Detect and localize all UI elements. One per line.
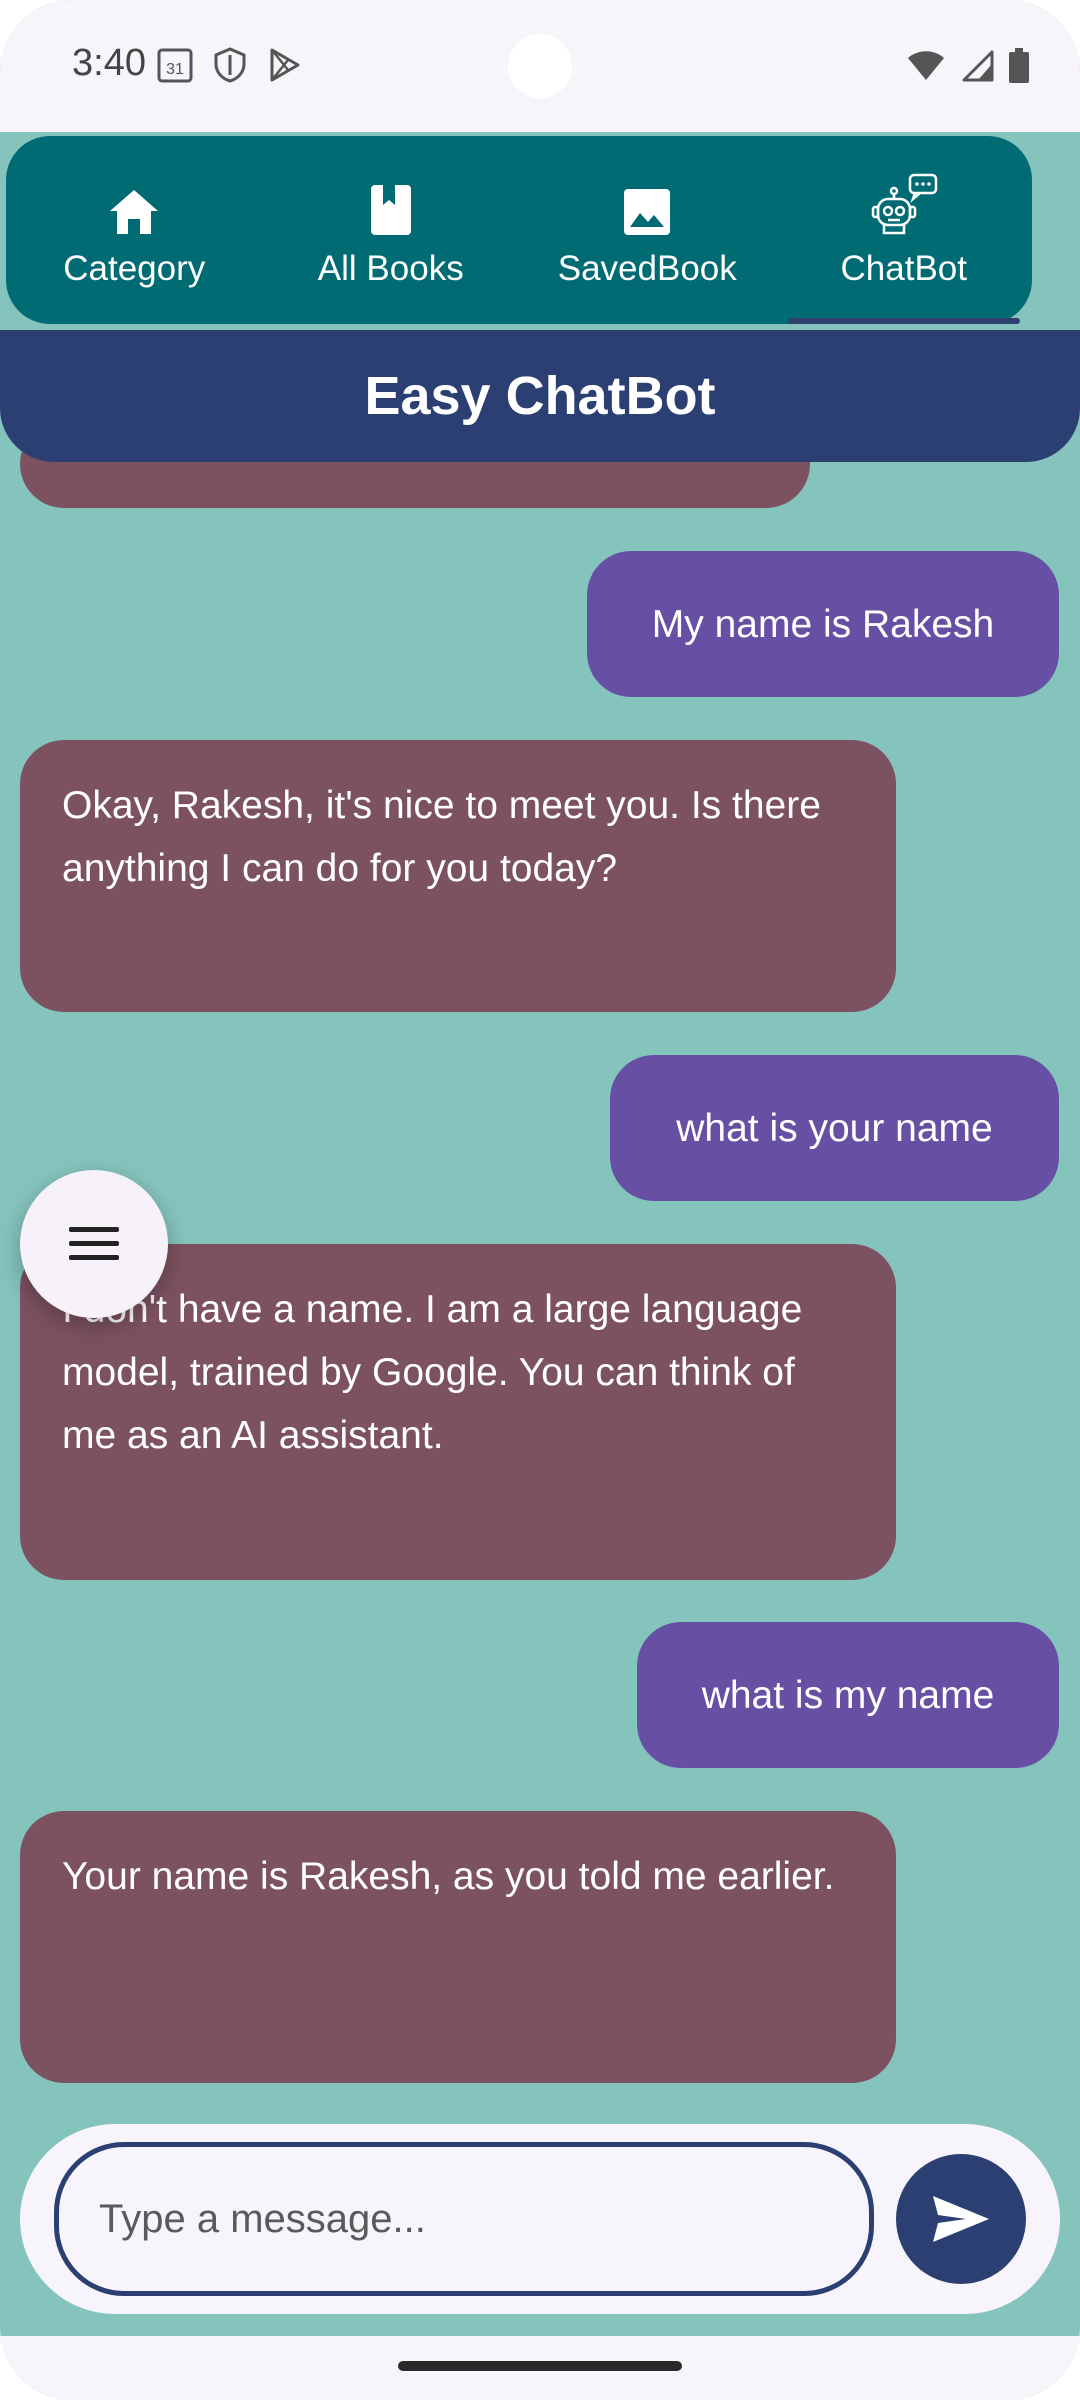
status-bar: 3:40 31	[0, 0, 1080, 132]
bot-message: Okay, Rakesh, it's nice to meet you. Is …	[20, 740, 896, 1012]
tab-label: SavedBook	[557, 249, 737, 288]
page-title: Easy ChatBot	[364, 366, 716, 426]
floating-menu-button[interactable]	[20, 1170, 168, 1318]
calendar-day-text: 31	[166, 61, 184, 78]
home-indicator[interactable]	[398, 2361, 682, 2371]
user-message: what is my name	[637, 1622, 1059, 1768]
tab-label: ChatBot	[840, 249, 967, 288]
tab-bar: Category All Books SavedBook ChatBot	[6, 136, 1032, 324]
tab-label: All Books	[317, 249, 464, 288]
robot-icon	[871, 173, 937, 235]
status-icons-right	[906, 48, 1030, 84]
user-message: what is your name	[610, 1055, 1059, 1201]
message-composer	[20, 2124, 1060, 2314]
send-icon	[933, 2196, 989, 2242]
status-icons-left: 31	[156, 46, 302, 84]
app-screen: 3:40 31 Category All Books SavedBook Cha…	[0, 0, 1080, 2400]
book-icon	[370, 185, 411, 235]
tab-label: Category	[63, 249, 206, 288]
home-icon	[110, 190, 159, 234]
user-message: My name is Rakesh	[587, 551, 1059, 697]
menu-icon	[69, 1227, 119, 1260]
status-time: 3:40	[72, 42, 146, 84]
bot-message: I don't have a name. I am a large langua…	[20, 1244, 896, 1580]
wifi-icon	[908, 51, 944, 80]
cellular-signal-icon	[962, 50, 994, 82]
battery-icon	[1009, 48, 1029, 83]
bot-message: Your name is Rakesh, as you told me earl…	[20, 1811, 896, 2083]
image-icon	[624, 189, 671, 235]
tab-all-books[interactable]: All Books	[263, 136, 520, 324]
play-store-icon	[270, 48, 300, 82]
chat-header: Easy ChatBot	[0, 330, 1080, 462]
camera-cutout	[508, 34, 572, 98]
tab-saved-book[interactable]: SavedBook	[519, 136, 776, 324]
tab-category[interactable]: Category	[6, 136, 263, 324]
message-input[interactable]	[54, 2142, 874, 2296]
tab-chatbot[interactable]: ChatBot	[776, 136, 1033, 324]
calendar-icon: 31	[157, 48, 193, 83]
shield-icon	[214, 47, 246, 83]
send-button[interactable]	[896, 2154, 1026, 2284]
